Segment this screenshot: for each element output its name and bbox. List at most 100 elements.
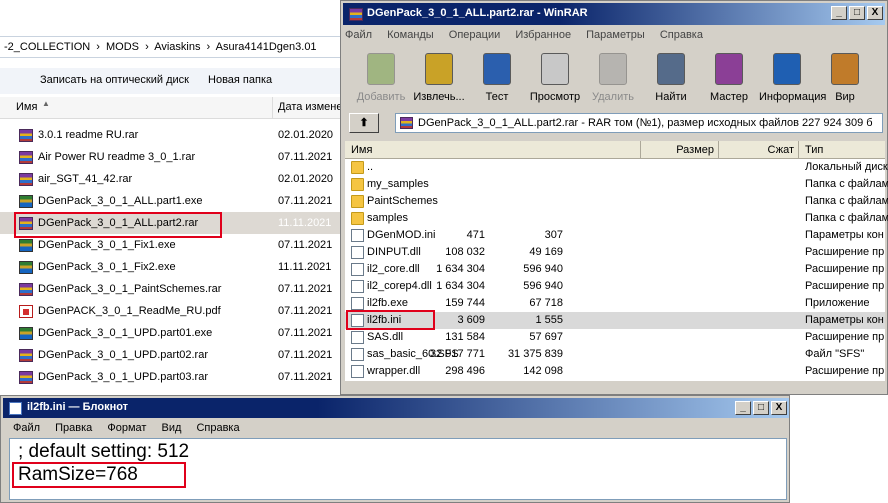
breadcrumb-part[interactable]: -2_COLLECTION bbox=[4, 41, 90, 53]
column-date[interactable]: Дата измене bbox=[278, 101, 342, 113]
winrar-file-list: .. Локальный диск my_samples Папка с файлам… bbox=[345, 159, 888, 381]
winrar-column-header: Имя Размер Сжат Тип bbox=[345, 141, 885, 159]
menu-operations[interactable]: Операции bbox=[449, 29, 500, 41]
menu-commands[interactable]: Команды bbox=[387, 29, 434, 41]
test-icon bbox=[483, 53, 511, 85]
archive-path-field[interactable]: DGenPack_3_0_1_ALL.part2.rar - RAR том (… bbox=[395, 113, 883, 133]
minimize-button[interactable]: _ bbox=[735, 401, 751, 415]
notepad-menubar: Файл Правка Формат Вид Справка bbox=[5, 420, 785, 438]
file-date: 07.11.2021 bbox=[278, 283, 333, 295]
dll-icon bbox=[351, 365, 364, 378]
file-name: Air Power RU readme 3_0_1.rar bbox=[38, 151, 196, 163]
archive-row[interactable]: SAS.dll 131 584 57 697 Расширение пр bbox=[345, 329, 885, 346]
rar-icon bbox=[19, 151, 33, 164]
folder-icon bbox=[351, 195, 364, 208]
column-size[interactable]: Размер bbox=[641, 141, 719, 159]
menu-format[interactable]: Формат bbox=[107, 422, 146, 434]
toolbar-button[interactable]: Извлечь... bbox=[411, 51, 467, 107]
maximize-button[interactable]: □ bbox=[849, 6, 865, 20]
column-name[interactable]: Имя bbox=[16, 101, 37, 113]
file-row[interactable]: DGenPack_3_0_1_ALL.part1.exe 07.11.2021 bbox=[0, 190, 345, 212]
menu-view[interactable]: Вид bbox=[161, 422, 181, 434]
maximize-button[interactable]: □ bbox=[753, 401, 769, 415]
archive-row[interactable]: PaintSchemes Папка с файлам bbox=[345, 193, 888, 210]
file-row[interactable]: air_SGT_41_42.rar 02.01.2020 bbox=[0, 168, 345, 190]
menu-favorites[interactable]: Избранное bbox=[515, 29, 571, 41]
explorer-column-header: Имя ▲ Дата измене bbox=[0, 97, 345, 119]
file-type: Параметры кон bbox=[805, 314, 884, 326]
column-name[interactable]: Имя bbox=[345, 141, 641, 159]
file-type: Папка с файлам bbox=[805, 178, 888, 190]
archive-row[interactable]: wrapper.dll 298 496 142 098 Расширение пр bbox=[345, 363, 885, 380]
archive-row[interactable]: DINPUT.dll 108 032 49 169 Расширение пр bbox=[345, 244, 885, 261]
close-button[interactable]: X bbox=[867, 6, 883, 20]
file-size: 159 744 bbox=[445, 297, 485, 309]
toolbar-button[interactable]: Добавить bbox=[353, 51, 409, 107]
menu-help[interactable]: Справка bbox=[196, 422, 239, 434]
file-row[interactable]: 3.0.1 readme RU.rar 02.01.2020 bbox=[0, 124, 345, 146]
file-type: Расширение пр bbox=[805, 280, 885, 292]
file-packed-size: 307 bbox=[544, 229, 563, 241]
toolbar-button[interactable]: Удалить bbox=[585, 51, 641, 107]
dll-icon bbox=[351, 246, 364, 259]
archive-row[interactable]: samples Папка с файлам bbox=[345, 210, 888, 227]
archive-row[interactable]: DGenMOD.ini 471 307 Параметры кон bbox=[345, 227, 885, 244]
toolbar-label: Вир bbox=[835, 91, 855, 103]
add-icon bbox=[367, 53, 395, 85]
close-button[interactable]: X bbox=[771, 401, 787, 415]
toolbar-label: Найти bbox=[655, 91, 687, 103]
file-type: Приложение bbox=[805, 297, 870, 309]
toolbar-button[interactable]: Тест bbox=[469, 51, 525, 107]
file-row[interactable]: DGenPack_3_0_1_UPD.part02.rar 07.11.2021 bbox=[0, 344, 345, 366]
file-date: 07.11.2021 bbox=[278, 195, 333, 207]
file-date: 07.11.2021 bbox=[278, 151, 333, 163]
breadcrumb-separator: › bbox=[145, 41, 149, 53]
menu-edit[interactable]: Правка bbox=[55, 422, 92, 434]
menu-help[interactable]: Справка bbox=[660, 29, 703, 41]
archive-row[interactable]: sas_basic_60.SFS 32 917 771 31 375 839 Файл… bbox=[345, 346, 885, 363]
column-type[interactable]: Тип bbox=[799, 141, 885, 159]
file-packed-size: 31 375 839 bbox=[507, 348, 563, 360]
breadcrumb-part[interactable]: Aviaskins bbox=[154, 41, 200, 53]
file-date: 07.11.2021 bbox=[278, 327, 333, 339]
file-row[interactable]: DGenPack_3_0_1_Fix2.exe 11.11.2021 bbox=[0, 256, 345, 278]
breadcrumb-part[interactable]: MODS bbox=[106, 41, 139, 53]
file-row[interactable]: DGenPack_3_0_1_PaintSchemes.rar 07.11.202… bbox=[0, 278, 345, 300]
up-folder-button[interactable]: ⬆ bbox=[349, 113, 379, 133]
archive-row[interactable]: .. Локальный диск bbox=[345, 159, 888, 176]
column-packed[interactable]: Сжат bbox=[719, 141, 799, 159]
new-folder-button[interactable]: Новая папка bbox=[208, 74, 272, 86]
address-bar[interactable]: -2_COLLECTION › MODS › Aviaskins › Asura… bbox=[0, 36, 345, 58]
toolbar-button[interactable]: Мастер bbox=[701, 51, 757, 107]
menu-file[interactable]: Файл bbox=[13, 422, 40, 434]
file-size: 108 032 bbox=[445, 246, 485, 258]
toolbar-button[interactable]: Вир bbox=[817, 51, 873, 107]
menu-options[interactable]: Параметры bbox=[586, 29, 645, 41]
minimize-button[interactable]: _ bbox=[831, 6, 847, 20]
ini-icon bbox=[351, 229, 364, 242]
file-type: Папка с файлам bbox=[805, 212, 888, 224]
toolbar-button[interactable]: Информация bbox=[759, 51, 826, 107]
column-divider[interactable] bbox=[272, 97, 273, 119]
file-name: DGenPack_3_0_1_Fix2.exe bbox=[38, 261, 176, 273]
archive-row[interactable]: il2_corep4.dll 1 634 304 596 940 Расширение… bbox=[345, 278, 885, 295]
file-row[interactable]: DGenPACK_3_0_1_ReadMe_RU.pdf 07.11.2021 bbox=[0, 300, 345, 322]
file-row[interactable]: DGenPack_3_0_1_UPD.part03.rar 07.11.2021 bbox=[0, 366, 345, 388]
file-name: air_SGT_41_42.rar bbox=[38, 173, 133, 185]
file-size: 471 bbox=[466, 229, 485, 241]
notepad-titlebar[interactable]: il2fb.ini — Блокнот _ □ X bbox=[3, 398, 789, 418]
winrar-title: DGenPack_3_0_1_ALL.part2.rar - WinRAR bbox=[367, 7, 588, 19]
winrar-titlebar[interactable]: DGenPack_3_0_1_ALL.part2.rar - WinRAR _ … bbox=[343, 3, 885, 25]
menu-file[interactable]: Файл bbox=[345, 29, 372, 41]
burn-disc-button[interactable]: Записать на оптический диск bbox=[40, 74, 189, 86]
archive-row[interactable]: my_samples Папка с файлам bbox=[345, 176, 888, 193]
toolbar-label: Удалить bbox=[592, 91, 634, 103]
breadcrumb-part[interactable]: Asura4141Dgen3.01 bbox=[216, 41, 317, 53]
highlight-box bbox=[346, 310, 435, 330]
exe-icon bbox=[19, 261, 33, 274]
file-row[interactable]: DGenPack_3_0_1_UPD.part01.exe 07.11.2021 bbox=[0, 322, 345, 344]
toolbar-button[interactable]: Найти bbox=[643, 51, 699, 107]
toolbar-button[interactable]: Просмотр bbox=[527, 51, 583, 107]
archive-row[interactable]: il2_core.dll 1 634 304 596 940 Расширение п… bbox=[345, 261, 885, 278]
file-row[interactable]: Air Power RU readme 3_0_1.rar 07.11.2021 bbox=[0, 146, 345, 168]
